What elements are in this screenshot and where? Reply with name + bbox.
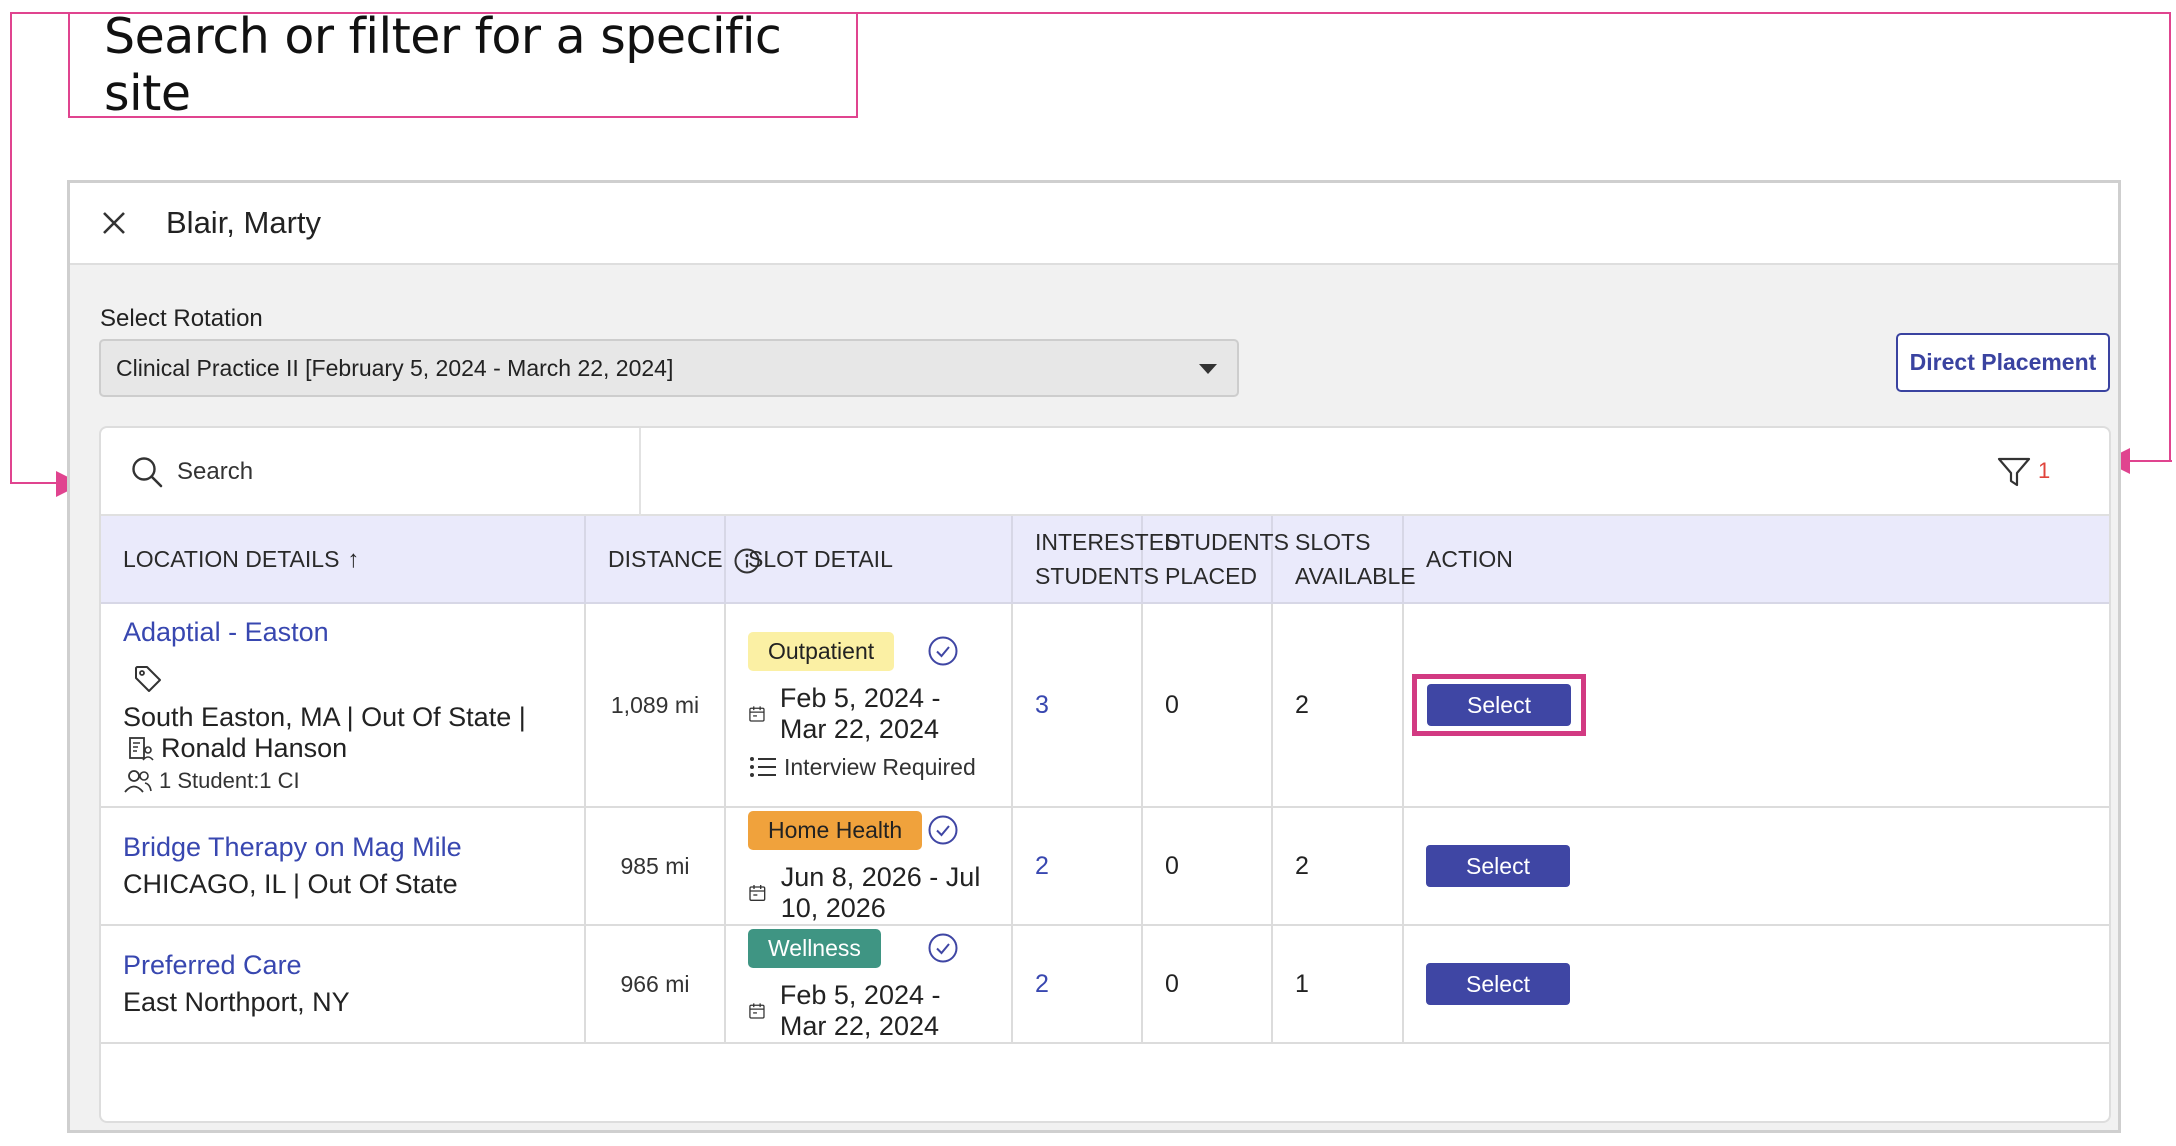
- site-location: South Easton, MA | Out Of State | Ronald…: [123, 701, 526, 763]
- column-header-available: SLOTS AVAILABLE: [1272, 516, 1416, 604]
- list-icon: [750, 757, 776, 777]
- distance-cell: 966 mi: [585, 925, 726, 1044]
- table-header-row: LOCATION DETAILS ↑ DISTANCE SLOT DETAIL I…: [101, 516, 2109, 604]
- callout-connector-left: [10, 12, 70, 484]
- select-button[interactable]: Select: [1426, 845, 1570, 887]
- student-ratio: 1 Student:1 CI: [123, 768, 562, 794]
- rotation-label: Select Rotation: [100, 305, 263, 332]
- location-cell: Bridge Therapy on Mag Mile CHICAGO, IL |…: [101, 807, 586, 926]
- sort-up-icon: ↑: [347, 545, 360, 573]
- slot-type-badge: Outpatient: [748, 631, 895, 671]
- chevron-down-icon: [1199, 364, 1217, 374]
- placed-cell: 0: [1142, 807, 1273, 926]
- site-name-link[interactable]: Bridge Therapy on Mag Mile: [123, 832, 562, 863]
- search-icon: [132, 457, 163, 488]
- table-row: Adaptial - Easton South Easton, MA | Out…: [101, 603, 2109, 808]
- interested-cell: 2: [1012, 807, 1143, 926]
- sites-table: LOCATION DETAILS ↑ DISTANCE SLOT DETAIL I…: [101, 516, 2109, 1044]
- tag-icon[interactable]: [133, 664, 163, 694]
- slot-type-badge: Home Health: [748, 810, 923, 850]
- interested-count-link[interactable]: 2: [1035, 852, 1049, 880]
- table-toolbar: 1: [101, 428, 2109, 516]
- check-circle-icon[interactable]: [927, 635, 959, 667]
- slot-dates: Jun 8, 2026 - Jul 10, 2026: [748, 862, 989, 924]
- panel-title: Blair, Marty: [166, 205, 322, 240]
- filter-icon: [1997, 457, 2031, 487]
- interested-cell: 2: [1012, 925, 1143, 1044]
- slot-cell: Home Health Jun 8, 2026 - Jul 10, 2026: [725, 807, 1013, 926]
- calendar-icon: [749, 706, 765, 722]
- column-header-interested: INTERESTED STUDENTS: [1012, 516, 1181, 604]
- site-location: East Northport, NY: [123, 987, 350, 1017]
- column-header-action: ACTION: [1403, 516, 2109, 604]
- column-header-location[interactable]: LOCATION DETAILS ↑: [101, 516, 586, 604]
- filter-button[interactable]: 1: [1996, 450, 2066, 494]
- placement-panel: Blair, Marty Select Rotation Clinical Pr…: [67, 180, 2121, 1133]
- available-cell: 2: [1272, 807, 1404, 926]
- filter-count-badge: 1: [2038, 458, 2051, 483]
- available-cell: 1: [1272, 925, 1404, 1044]
- users-icon: [124, 769, 152, 793]
- interested-cell: 3: [1012, 603, 1143, 808]
- calendar-icon: [749, 1003, 765, 1019]
- close-icon[interactable]: [100, 209, 128, 237]
- interested-count-link[interactable]: 2: [1035, 970, 1049, 998]
- action-cell: Select: [1403, 603, 2109, 808]
- table-row: Preferred Care East Northport, NY 966 mi…: [101, 925, 2109, 1044]
- callout-text: Search or filter for a specific site: [104, 8, 782, 122]
- ci-name: Ronald Hanson: [161, 732, 348, 763]
- location-cell: Adaptial - Easton South Easton, MA | Out…: [101, 603, 586, 808]
- slot-dates: Feb 5, 2024 - Mar 22, 2024: [748, 980, 989, 1042]
- select-button-highlight: Select: [1412, 674, 1586, 736]
- site-name-link[interactable]: Preferred Care: [123, 950, 562, 981]
- column-header-slot: SLOT DETAIL: [725, 516, 1013, 604]
- site-name-link[interactable]: Adaptial - Easton: [123, 617, 562, 648]
- clinical-instructor-icon: [129, 737, 154, 761]
- available-cell: 2: [1272, 603, 1404, 808]
- direct-placement-button[interactable]: Direct Placement: [1896, 333, 2110, 392]
- distance-cell: 1,089 mi: [585, 603, 726, 808]
- table-row: Bridge Therapy on Mag Mile CHICAGO, IL |…: [101, 807, 2109, 926]
- select-button[interactable]: Select: [1427, 684, 1571, 726]
- interested-count-link[interactable]: 3: [1035, 691, 1049, 719]
- check-circle-icon[interactable]: [927, 932, 959, 964]
- distance-cell: 985 mi: [585, 807, 726, 926]
- placed-cell: 0: [1142, 925, 1273, 1044]
- slot-type-badge: Wellness: [748, 928, 881, 968]
- slot-note: Interview Required: [748, 753, 989, 781]
- panel-header: Blair, Marty: [70, 183, 2118, 265]
- slot-cell: Outpatient Feb 5, 2024 - Mar 22, 2024 In…: [725, 603, 1013, 808]
- action-cell: Select: [1403, 807, 2109, 926]
- search-box: [101, 428, 641, 516]
- check-circle-icon[interactable]: [927, 814, 959, 846]
- rotation-value: Clinical Practice II [February 5, 2024 -…: [116, 354, 674, 381]
- select-button[interactable]: Select: [1426, 963, 1570, 1005]
- callout-connector-right-bottom: [2130, 460, 2172, 462]
- sites-card: 1 LOCATION DETAILS↑ DISTANCE: [99, 426, 2111, 1123]
- placed-cell: 0: [1142, 603, 1273, 808]
- rotation-select[interactable]: Clinical Practice II [February 5, 2024 -…: [99, 339, 1239, 397]
- calendar-icon: [749, 884, 766, 902]
- callout-box: Search or filter for a specific site: [68, 8, 858, 122]
- site-location: CHICAGO, IL | Out Of State: [123, 869, 458, 899]
- location-cell: Preferred Care East Northport, NY: [101, 925, 586, 1044]
- slot-cell: Wellness Feb 5, 2024 - Mar 22, 2024: [725, 925, 1013, 1044]
- search-input[interactable]: [177, 450, 617, 494]
- slot-dates: Feb 5, 2024 - Mar 22, 2024: [748, 683, 989, 745]
- column-header-distance: DISTANCE: [585, 516, 760, 604]
- action-cell: Select: [1403, 925, 2109, 1044]
